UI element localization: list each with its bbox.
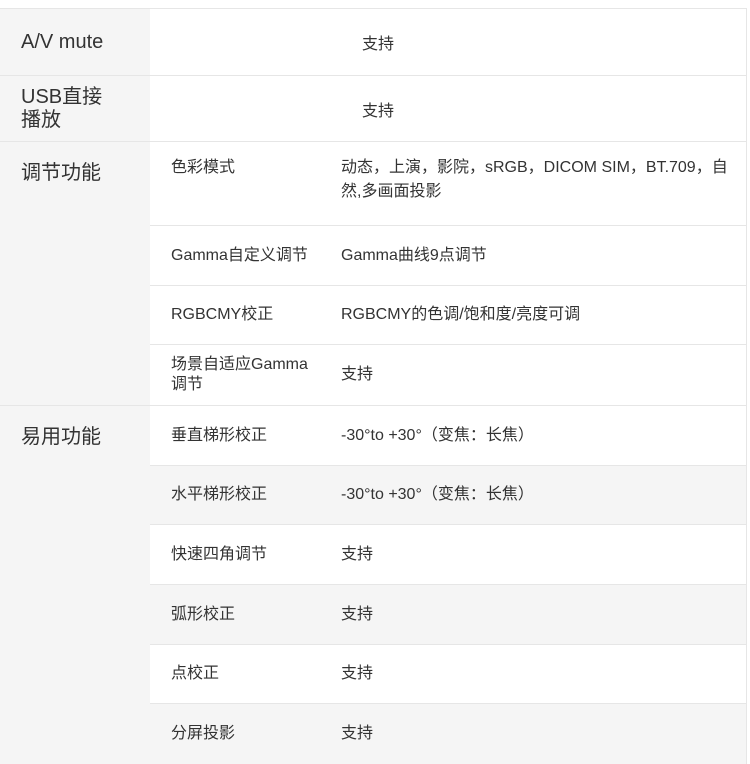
row-value: Gamma曲线9点调节 bbox=[341, 246, 487, 264]
table-row: Gamma自定义调节 Gamma曲线9点调节 bbox=[150, 226, 746, 286]
table-row: 点校正 支持 bbox=[150, 645, 746, 704]
row-value: 支持 bbox=[341, 545, 374, 563]
row-value: RGBCMY的色调/饱和度/亮度可调 bbox=[341, 306, 581, 323]
table-row: 场景自适应Gamma调节 支持 bbox=[150, 345, 746, 405]
table-group-usability: 易用功能 垂直梯形校正 -30°to +30°（变焦：长焦） 水平梯形校正 -3… bbox=[0, 406, 746, 764]
category-label: A/V mute bbox=[21, 30, 104, 53]
category-adjust: 调节功能 bbox=[0, 142, 150, 405]
spec-table: A/V mute 支持 USB直接 播放 支持 调节功能 色彩模式 动态，上演，… bbox=[0, 8, 747, 764]
row-label: 垂直梯形校正 bbox=[171, 426, 268, 444]
row-label: 快速四角调节 bbox=[171, 545, 268, 563]
row-value: -30°to +30°（变焦：长焦） bbox=[341, 426, 534, 444]
row-label: RGBCMY校正 bbox=[171, 306, 274, 323]
table-row: 弧形校正 支持 bbox=[150, 585, 746, 645]
row-value: 支持 bbox=[341, 725, 374, 742]
row-value: 支持 bbox=[341, 605, 374, 623]
row-label: 水平梯形校正 bbox=[171, 486, 268, 503]
table-row: 水平梯形校正 -30°to +30°（变焦：长焦） bbox=[150, 466, 746, 525]
category-usability: 易用功能 bbox=[0, 406, 150, 764]
category-label: 易用功能 bbox=[21, 426, 101, 448]
table-group-adjust: 调节功能 色彩模式 动态，上演，影院，sRGB，DICOM SIM，BT.709… bbox=[0, 142, 746, 406]
table-row: 色彩模式 动态，上演，影院，sRGB，DICOM SIM，BT.709，自然,多… bbox=[150, 142, 746, 226]
category-usb-play: USB直接 播放 bbox=[0, 76, 150, 141]
row-value: 支持 bbox=[341, 665, 374, 682]
table-row: 快速四角调节 支持 bbox=[150, 525, 746, 585]
row-value: 支持 bbox=[362, 102, 395, 120]
row-value: 支持 bbox=[362, 36, 395, 53]
row-label: 分屏投影 bbox=[171, 725, 236, 742]
group-rows: 色彩模式 动态，上演，影院，sRGB，DICOM SIM，BT.709，自然,多… bbox=[150, 142, 746, 405]
row-label: 色彩模式 bbox=[171, 159, 236, 176]
row-label: Gamma自定义调节 bbox=[171, 246, 308, 264]
table-row: 分屏投影 支持 bbox=[150, 704, 746, 764]
row-label: 弧形校正 bbox=[171, 605, 236, 623]
row-label: 点校正 bbox=[171, 665, 220, 682]
table-row: 垂直梯形校正 -30°to +30°（变焦：长焦） bbox=[150, 406, 746, 466]
row-label: 场景自适应Gamma调节 bbox=[171, 356, 308, 393]
table-row-av-mute: A/V mute 支持 bbox=[0, 9, 746, 76]
row-value: 支持 bbox=[341, 366, 374, 383]
table-row: RGBCMY校正 RGBCMY的色调/饱和度/亮度可调 bbox=[150, 286, 746, 345]
group-rows: 垂直梯形校正 -30°to +30°（变焦：长焦） 水平梯形校正 -30°to … bbox=[150, 406, 746, 764]
row-value: 动态，上演，影院，sRGB，DICOM SIM，BT.709，自然,多画面投影 bbox=[341, 159, 728, 200]
category-label: USB直接 播放 bbox=[21, 85, 103, 131]
row-value: -30°to +30°（变焦：长焦） bbox=[341, 486, 534, 503]
category-av-mute: A/V mute bbox=[0, 9, 150, 75]
category-label: 调节功能 bbox=[21, 162, 101, 184]
table-row-usb-play: USB直接 播放 支持 bbox=[0, 76, 746, 142]
